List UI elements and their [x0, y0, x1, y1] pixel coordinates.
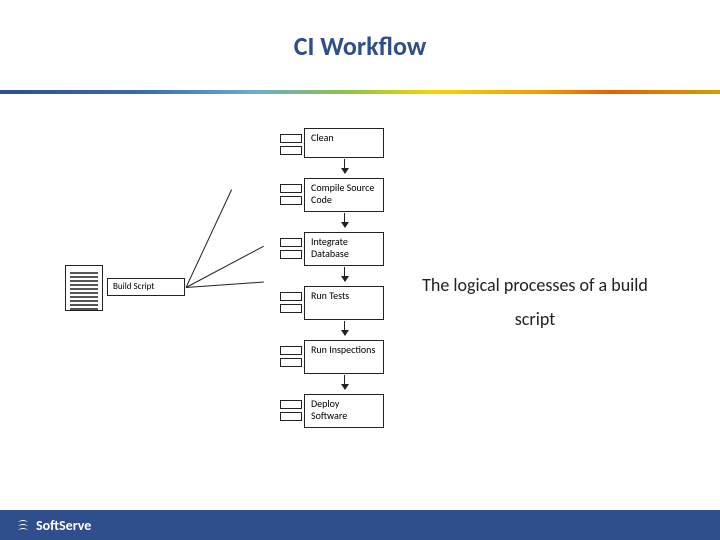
input-stub-icon	[280, 346, 302, 355]
step-label: Compile Source Code	[311, 181, 374, 206]
step-clean: Clean	[304, 128, 384, 158]
input-stub-icon	[280, 292, 302, 301]
build-script-label: Build Script	[107, 278, 185, 296]
input-stub-icon	[280, 184, 302, 193]
color-divider	[0, 90, 720, 94]
step-label: Deploy Software	[311, 397, 347, 422]
input-stub-icon	[280, 400, 302, 409]
input-stub-icon	[280, 304, 302, 313]
brand-logo: SoftServe	[14, 516, 91, 534]
step-label: Integrate Database	[311, 235, 349, 260]
diagram-caption: The logical processes of a build script	[410, 268, 660, 336]
flow-arrow-icon	[344, 267, 345, 281]
input-stub-icon	[280, 134, 302, 143]
flow-arrow-icon	[344, 213, 345, 227]
page-title: CI Workflow	[0, 0, 720, 62]
flow-arrow-icon	[344, 159, 345, 173]
connector-line	[186, 189, 233, 287]
step-integrate-db: Integrate Database	[304, 232, 384, 266]
input-stub-icon	[280, 412, 302, 421]
step-label: Run Tests	[311, 289, 349, 302]
workflow-diagram: Build Script Clean Compile Source Code I…	[0, 110, 400, 510]
step-label: Run Inspections	[311, 343, 375, 356]
input-stub-icon	[280, 146, 302, 155]
input-stub-icon	[280, 250, 302, 259]
flow-arrow-icon	[344, 375, 345, 389]
softserve-mark-icon	[14, 516, 32, 534]
step-compile: Compile Source Code	[304, 178, 384, 212]
flow-arrow-icon	[344, 321, 345, 335]
connector-line	[186, 282, 264, 288]
step-deploy: Deploy Software	[304, 394, 384, 428]
step-run-inspections: Run Inspections	[304, 340, 384, 374]
step-label: Clean	[311, 131, 334, 144]
step-run-tests: Run Tests	[304, 286, 384, 320]
input-stub-icon	[280, 238, 302, 247]
input-stub-icon	[280, 358, 302, 367]
footer-bar: SoftServe	[0, 510, 720, 540]
input-stub-icon	[280, 196, 302, 205]
brand-name: SoftServe	[36, 517, 91, 534]
script-document-icon	[65, 265, 103, 311]
